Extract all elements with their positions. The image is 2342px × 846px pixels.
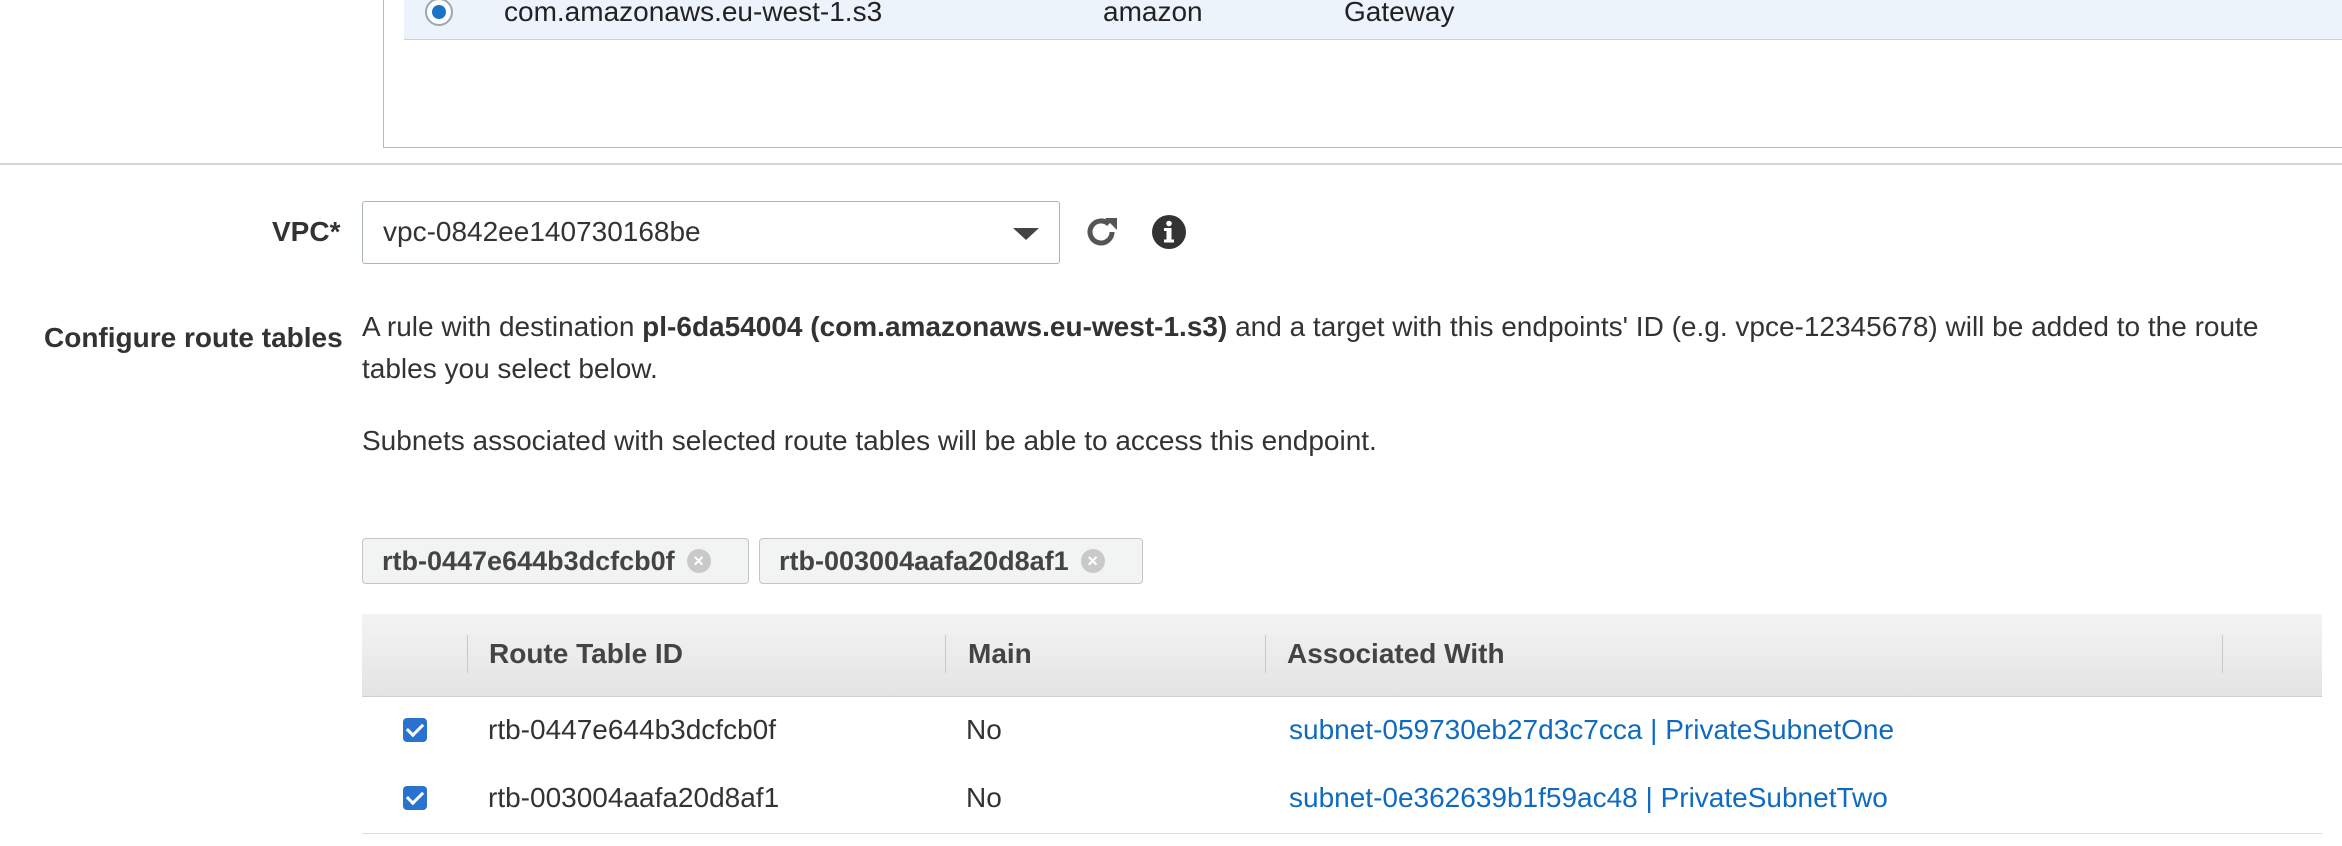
subnet-note: Subnets associated with selected route t… xyxy=(362,425,1377,456)
row-checkbox[interactable] xyxy=(403,718,427,742)
main-value: No xyxy=(966,714,1002,745)
service-name-cell: com.amazonaws.eu-west-1.s3 xyxy=(504,0,883,27)
rule-destination: pl-6da54004 (com.amazonaws.eu-west-1.s3) xyxy=(642,311,1228,342)
token-label: rtb-003004aafa20d8af1 xyxy=(779,545,1069,576)
main-value: No xyxy=(966,782,1002,813)
configure-route-tables-label: Configure route tables xyxy=(44,322,343,353)
service-type-cell: Gateway xyxy=(1344,0,1455,27)
route-table-id: rtb-003004aafa20d8af1 xyxy=(488,782,780,813)
column-separator xyxy=(945,635,946,673)
route-table-id: rtb-0447e644b3dcfcb0f xyxy=(488,714,776,745)
vpc-select-value: vpc-0842ee140730168be xyxy=(383,216,701,247)
column-main[interactable]: Main xyxy=(968,638,1032,670)
column-separator xyxy=(2222,635,2223,673)
rule-description: A rule with destination pl-6da54004 (com… xyxy=(362,306,2322,390)
rule-text-prefix: A rule with destination xyxy=(362,311,635,342)
chevron-down-icon xyxy=(1013,228,1039,240)
associated-subnet-link[interactable]: subnet-0e362639b1f59ac48 | PrivateSubnet… xyxy=(1289,782,1888,814)
column-separator xyxy=(1265,635,1266,673)
section-divider xyxy=(0,163,2342,165)
associated-subnet-link[interactable]: subnet-059730eb27d3c7cca | PrivateSubnet… xyxy=(1289,714,1894,746)
info-icon[interactable] xyxy=(1151,214,1187,250)
vpc-select[interactable]: vpc-0842ee140730168be xyxy=(362,201,1060,264)
vpc-label: VPC* xyxy=(272,216,341,247)
row-checkbox[interactable] xyxy=(403,786,427,810)
column-route-table-id[interactable]: Route Table ID xyxy=(489,638,683,670)
column-separator xyxy=(467,635,468,673)
remove-token-icon[interactable]: × xyxy=(686,549,711,573)
token-label: rtb-0447e644b3dcfcb0f xyxy=(382,545,675,576)
column-associated-with[interactable]: Associated With xyxy=(1287,638,1505,670)
selected-token-2: rtb-003004aafa20d8af1 × xyxy=(759,538,1143,584)
selected-token-1: rtb-0447e644b3dcfcb0f × xyxy=(362,538,749,584)
service-owner-cell: amazon xyxy=(1103,0,1203,27)
refresh-icon[interactable] xyxy=(1081,212,1121,252)
remove-token-icon[interactable]: × xyxy=(1080,549,1105,573)
